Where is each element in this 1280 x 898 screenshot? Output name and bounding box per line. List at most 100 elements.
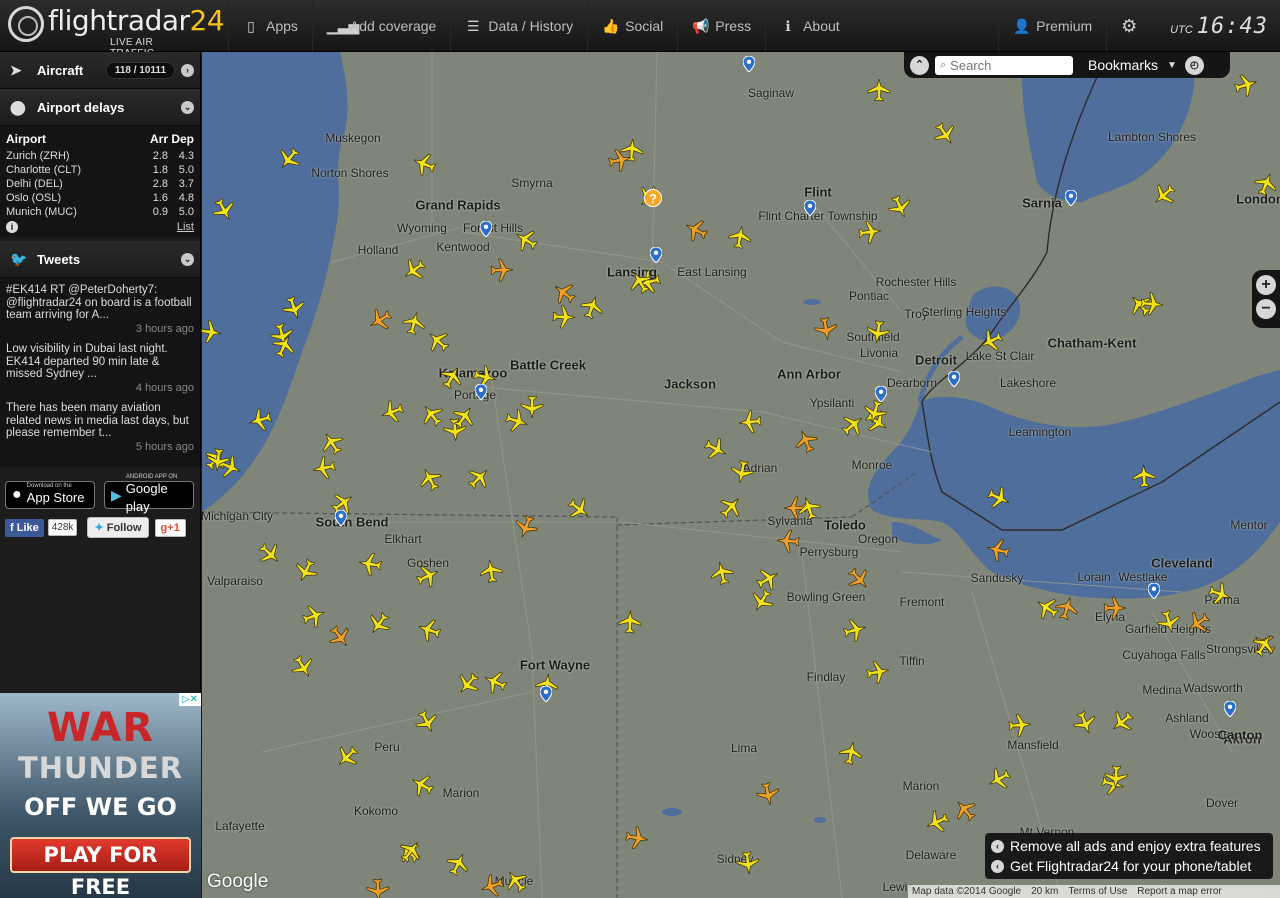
- aircraft-icon[interactable]: [271, 333, 297, 359]
- nav-social[interactable]: 👍 Social: [587, 0, 677, 52]
- google-plus-button[interactable]: g+1: [154, 518, 186, 537]
- aircraft-icon[interactable]: [357, 551, 383, 577]
- nav-apps[interactable]: ▯ Apps: [228, 0, 312, 52]
- airport-pin-icon[interactable]: [474, 383, 488, 401]
- aircraft-icon[interactable]: [513, 514, 539, 540]
- aircraft-icon[interactable]: [211, 197, 237, 223]
- aircraft-panel-header[interactable]: ➤ Aircraft 118 / 10111 ›: [0, 52, 200, 89]
- aircraft-icon[interactable]: [985, 537, 1011, 563]
- airport-pin-icon[interactable]: [479, 220, 493, 238]
- aircraft-icon[interactable]: [367, 307, 393, 333]
- aircraft-icon[interactable]: [1207, 581, 1233, 607]
- aircraft-icon[interactable]: [986, 485, 1012, 511]
- aircraft-icon[interactable]: [425, 328, 451, 354]
- aircraft-icon[interactable]: [401, 257, 427, 283]
- aircraft-icon[interactable]: [366, 611, 392, 637]
- aircraft-icon[interactable]: [846, 566, 872, 592]
- search-input[interactable]: [950, 57, 1061, 73]
- aircraft-icon[interactable]: [551, 280, 577, 306]
- aircraft-icon[interactable]: [796, 495, 822, 521]
- airport-pin-icon[interactable]: [1147, 582, 1161, 600]
- aircraft-icon[interactable]: [205, 447, 231, 473]
- aircraft-icon[interactable]: [519, 394, 545, 420]
- aircraft-icon[interactable]: [617, 609, 643, 635]
- nav-add-coverage[interactable]: ▁▃▅ Add coverage: [311, 0, 450, 52]
- collapse-up-button[interactable]: ⌃: [910, 55, 929, 75]
- table-row[interactable]: Oslo (OSL) 1.6 4.8: [6, 191, 194, 205]
- facebook-like-button[interactable]: f Like: [5, 518, 44, 537]
- aircraft-icon[interactable]: [866, 77, 892, 103]
- table-row[interactable]: Charlotte (CLT) 1.8 5.0: [6, 163, 194, 177]
- aircraft-icon[interactable]: [455, 671, 481, 697]
- aircraft-icon[interactable]: [415, 563, 441, 589]
- aircraft-icon[interactable]: [1109, 709, 1135, 735]
- get-app-link[interactable]: ‹ Get Flightradar24 for your phone/tablet: [991, 856, 1267, 876]
- aircraft-icon[interactable]: [727, 224, 753, 250]
- twitter-follow-button[interactable]: ✦ Follow: [87, 517, 149, 538]
- table-row[interactable]: Zurich (ZRH) 2.8 4.3: [6, 149, 194, 163]
- aircraft-icon[interactable]: [257, 541, 283, 567]
- list-item[interactable]: #EK414 RT @PeterDoherty7: @flightradar24…: [6, 284, 194, 335]
- aircraft-icon[interactable]: [466, 465, 492, 491]
- aircraft-icon[interactable]: [1102, 595, 1128, 621]
- aircraft-icon[interactable]: [419, 402, 445, 428]
- list-item[interactable]: There has been many aviation related new…: [6, 402, 194, 453]
- aircraft-icon[interactable]: [703, 436, 729, 462]
- aircraft-icon[interactable]: [281, 295, 307, 321]
- aircraft-icon[interactable]: [862, 399, 888, 425]
- aircraft-icon[interactable]: [932, 121, 958, 147]
- aircraft-icon[interactable]: [202, 319, 223, 345]
- aircraft-icon[interactable]: [551, 304, 577, 330]
- airport-pin-icon[interactable]: [874, 385, 888, 403]
- aircraft-icon[interactable]: [857, 219, 883, 245]
- aircraft-icon[interactable]: [924, 809, 950, 835]
- aircraft-icon[interactable]: [451, 404, 477, 430]
- aircraft-icon[interactable]: [627, 269, 653, 295]
- aircraft-icon[interactable]: [416, 617, 442, 643]
- aircraft-icon[interactable]: [607, 147, 633, 173]
- aircraft-icon[interactable]: [1139, 291, 1165, 317]
- aircraft-icon[interactable]: [417, 466, 443, 492]
- aircraft-icon[interactable]: [301, 603, 327, 629]
- playback-clock-button[interactable]: ◴: [1184, 55, 1204, 75]
- aircraft-icon[interactable]: [793, 428, 819, 454]
- airport-pin-icon[interactable]: [649, 246, 663, 264]
- list-item[interactable]: Low visibility in Dubai last night. EK41…: [6, 343, 194, 394]
- aircraft-icon[interactable]: [1253, 171, 1279, 197]
- aircraft-icon[interactable]: [1251, 632, 1277, 658]
- aircraft-icon[interactable]: [513, 227, 539, 253]
- aircraft-icon[interactable]: [718, 494, 744, 520]
- aircraft-icon[interactable]: [478, 558, 504, 584]
- aircraft-icon[interactable]: [775, 528, 801, 554]
- airport-warning-icon[interactable]: ?: [644, 189, 662, 207]
- aircraft-icon[interactable]: [445, 851, 471, 877]
- aircraft-icon[interactable]: [729, 459, 755, 485]
- aircraft-icon[interactable]: [409, 772, 435, 798]
- flight-map[interactable]: ⌃ ⌕ Bookmarks ▼ ◴ + − Saginaw Muskegon Nor…: [202, 52, 1280, 898]
- aircraft-icon[interactable]: [439, 364, 465, 390]
- aircraft-icon[interactable]: [735, 850, 761, 876]
- aircraft-icon[interactable]: [1054, 595, 1080, 621]
- map-search-box[interactable]: ⌕: [935, 55, 1073, 75]
- aircraft-icon[interactable]: [1156, 609, 1182, 635]
- nav-press[interactable]: 📢 Press: [677, 0, 765, 52]
- aircraft-icon[interactable]: [379, 399, 405, 425]
- chevron-down-icon[interactable]: ⌄: [181, 100, 194, 114]
- aircraft-icon[interactable]: [978, 328, 1004, 354]
- airport-pin-icon[interactable]: [947, 370, 961, 388]
- aircraft-icon[interactable]: [566, 496, 592, 522]
- aircraft-icon[interactable]: [1151, 182, 1177, 208]
- aircraft-icon[interactable]: [952, 797, 978, 823]
- aircraft-icon[interactable]: [503, 868, 529, 894]
- google-logo[interactable]: Google: [207, 871, 268, 893]
- aircraft-icon[interactable]: [482, 669, 508, 695]
- remove-ads-link[interactable]: ‹ Remove all ads and enjoy extra features: [991, 836, 1267, 856]
- airport-pin-icon[interactable]: [334, 509, 348, 527]
- airport-pin-icon[interactable]: [1064, 189, 1078, 207]
- aircraft-icon[interactable]: [838, 740, 864, 766]
- google-play-badge[interactable]: ▶ ANDROID APP ON Google play: [104, 474, 194, 514]
- aircraft-icon[interactable]: [624, 825, 650, 851]
- ad-play-button[interactable]: PLAY FOR FREE: [10, 837, 191, 898]
- aircraft-icon[interactable]: [887, 194, 913, 220]
- aircraft-icon[interactable]: [293, 558, 319, 584]
